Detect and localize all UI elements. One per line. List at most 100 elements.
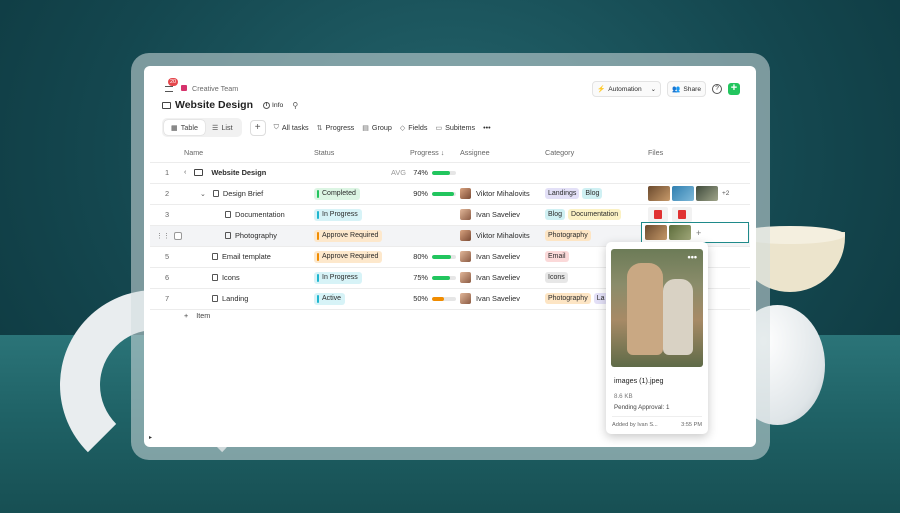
add-item-button[interactable]: + Item xyxy=(184,311,210,320)
title-row: Website Design i Info ⚲ xyxy=(162,99,298,111)
add-view-button[interactable]: + xyxy=(249,119,266,136)
avatar xyxy=(460,188,471,199)
added-by: Added by Ivan S... xyxy=(612,422,658,428)
status-cell[interactable]: Active xyxy=(314,288,410,310)
col-assignee[interactable]: Assignee xyxy=(460,143,545,163)
col-status[interactable]: Status xyxy=(314,143,410,163)
assignee-cell[interactable]: Ivan Saveliev xyxy=(460,246,545,268)
more-options-icon[interactable]: ••• xyxy=(483,123,491,132)
file-thumbnail[interactable] xyxy=(648,186,670,201)
fields-button[interactable]: ◇ Fields xyxy=(400,123,428,132)
added-time: 3:55 PM xyxy=(681,422,702,428)
file-thumbnail[interactable] xyxy=(696,186,718,201)
col-files[interactable]: Files xyxy=(648,143,750,163)
assignee-cell[interactable] xyxy=(460,162,545,184)
status-cell[interactable]: In Progress xyxy=(314,204,410,226)
subitems-button[interactable]: ▭ Subitems xyxy=(435,123,475,132)
pdf-file-icon[interactable] xyxy=(648,207,668,222)
avg-label: AVG xyxy=(390,168,406,177)
status-cell[interactable]: AVG xyxy=(314,162,410,184)
item-name[interactable]: Design Brief xyxy=(223,189,263,198)
pin-icon[interactable]: ⚲ xyxy=(292,101,298,110)
status-label: Completed xyxy=(322,190,356,197)
assignee-cell[interactable]: Ivan Saveliev xyxy=(460,267,545,289)
status-cell[interactable]: In Progress xyxy=(314,267,410,289)
add-button[interactable]: + xyxy=(728,83,740,95)
status-cell[interactable]: Completed xyxy=(314,183,410,205)
col-progress[interactable]: Progress ↓ xyxy=(410,143,460,163)
status-badge: In Progress xyxy=(314,208,362,221)
notifications-icon[interactable]: 20 xyxy=(164,78,179,93)
table-row[interactable]: 2 ⌄ Design Brief Completed 90% Viktor Mih… xyxy=(150,183,750,205)
file-thumbnail[interactable] xyxy=(645,225,667,240)
assignee-name: Viktor Mihalovits xyxy=(476,189,530,198)
assignee-cell[interactable]: Ivan Saveliev xyxy=(460,288,545,310)
assignee-cell[interactable]: Viktor Mihalovits xyxy=(460,183,545,205)
status-label: In Progress xyxy=(322,274,358,281)
assignee-cell[interactable]: Viktor Mihalovits xyxy=(460,225,545,247)
col-name[interactable]: Name xyxy=(184,143,314,163)
category-cell[interactable] xyxy=(545,162,648,184)
assignee-cell[interactable]: Ivan Saveliev xyxy=(460,204,545,226)
info-button[interactable]: i Info xyxy=(260,100,286,111)
progress-cell xyxy=(410,204,460,226)
progress-value: 90% xyxy=(413,189,428,198)
table-header: Name Status Progress ↓ Assignee Category… xyxy=(150,143,750,163)
status-label: Active xyxy=(322,295,342,302)
files-cell[interactable]: +2 xyxy=(648,183,750,205)
files-cell[interactable] xyxy=(648,162,750,184)
item-name[interactable]: Icons xyxy=(222,273,240,282)
file-thumbnail[interactable] xyxy=(669,225,691,240)
file-preview-image[interactable]: ••• xyxy=(611,249,703,367)
automation-label: Automation xyxy=(608,85,642,93)
info-icon: i xyxy=(263,101,270,109)
group-button[interactable]: ▤ Group xyxy=(362,123,392,132)
more-options-icon[interactable]: ••• xyxy=(688,252,697,262)
item-name[interactable]: Landing xyxy=(222,294,248,303)
file-thumbnail[interactable] xyxy=(672,186,694,201)
filter-button[interactable]: ⛉ All tasks xyxy=(274,123,309,132)
help-icon[interactable]: ? xyxy=(712,84,722,94)
page-title: Website Design xyxy=(175,99,253,111)
row-number: 3 xyxy=(150,204,184,226)
workspace-link[interactable]: Creative Team xyxy=(192,84,238,93)
category-cell[interactable]: Landings Blog xyxy=(545,183,648,205)
pdf-file-icon[interactable] xyxy=(672,207,692,222)
category-cell[interactable]: Blog Documentation xyxy=(545,204,648,226)
task-icon xyxy=(212,190,219,197)
collapse-icon[interactable]: ‹ xyxy=(184,169,186,176)
row-number: 7 xyxy=(150,288,184,310)
status-label: In Progress xyxy=(322,211,358,218)
row-checkbox[interactable] xyxy=(174,231,182,240)
category-tag: Landings xyxy=(545,188,580,199)
progress-value: 80% xyxy=(413,252,428,261)
status-badge: In Progress xyxy=(314,271,362,284)
automation-button[interactable]: ⚡ Automation ⌄ xyxy=(592,81,662,97)
view-toolbar: ▦ Table ☰ List + ⛉ All tasks ⇅ Progress ▤ G… xyxy=(162,118,491,137)
item-name[interactable]: Website Design xyxy=(211,168,266,177)
status-cell[interactable]: Approve Required xyxy=(314,225,410,247)
progress-bar xyxy=(432,254,456,259)
item-name[interactable]: Documentation xyxy=(235,210,285,219)
drag-handle-icon[interactable]: ⋮⋮ xyxy=(156,232,170,240)
tab-list[interactable]: ☰ List xyxy=(205,120,240,135)
progress-cell: 90% xyxy=(410,183,460,205)
add-file-button[interactable]: + xyxy=(696,228,701,238)
row-number: 6 xyxy=(150,267,184,289)
table-row[interactable]: 1 ‹ Website Design AVG 74% xyxy=(150,162,750,184)
item-name[interactable]: Email template xyxy=(222,252,271,261)
tab-table[interactable]: ▦ Table xyxy=(164,120,205,135)
status-cell[interactable]: Approve Required xyxy=(314,246,410,268)
col-category[interactable]: Category xyxy=(545,143,648,163)
progress-value: 74% xyxy=(413,168,428,177)
category-tag: Icons xyxy=(545,272,568,283)
sort-button[interactable]: ⇅ Progress xyxy=(317,123,355,132)
name-cell: ⌄ Design Brief xyxy=(184,183,314,205)
chevron-down-icon[interactable]: ⌄ xyxy=(200,190,206,198)
item-name[interactable]: Photography xyxy=(235,231,277,240)
share-button[interactable]: 👥 Share xyxy=(667,81,706,97)
files-cell-selected[interactable]: + xyxy=(641,222,749,243)
progress-fill xyxy=(432,254,452,259)
progress-bar xyxy=(432,296,456,301)
more-files-count[interactable]: +2 xyxy=(722,190,729,197)
